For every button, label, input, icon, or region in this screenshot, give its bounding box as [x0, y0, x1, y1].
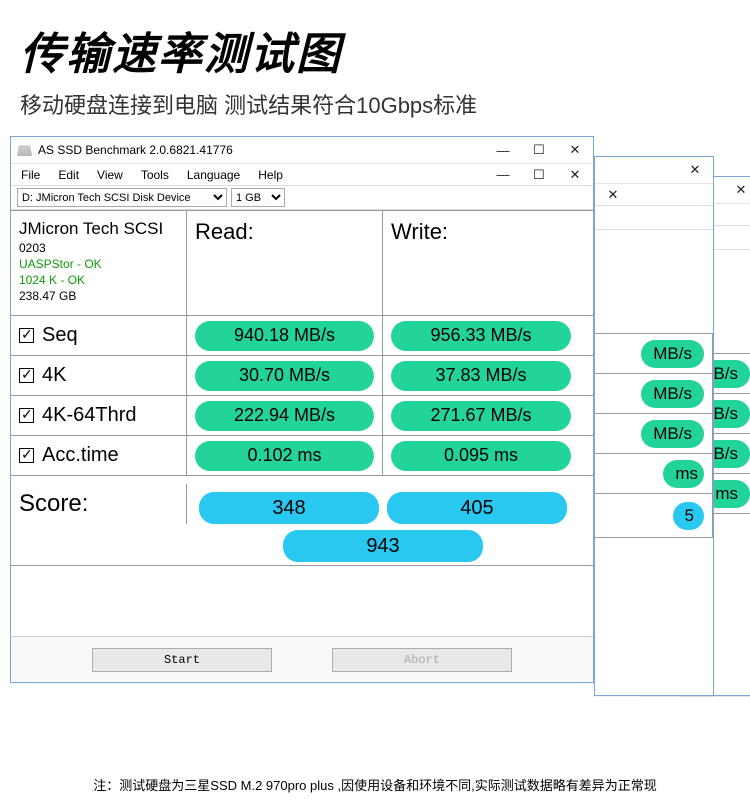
abort-button[interactable]: Abort	[332, 648, 512, 672]
4k64-checkbox[interactable]	[19, 408, 34, 423]
toolbar: D: JMicron Tech SCSI Disk Device 1 GB	[11, 186, 593, 210]
bg-mbs: MB/s	[727, 420, 750, 448]
device-name: JMicron Tech SCSI	[19, 219, 163, 239]
bg-ms: ms	[743, 500, 750, 528]
bg-mbs: MB/s	[727, 460, 750, 488]
4k-label: 4K	[42, 364, 66, 387]
4k64-label: 4K-64Thrd	[42, 404, 137, 427]
read-header: Read:	[187, 211, 383, 315]
menu-view[interactable]: View	[97, 168, 123, 182]
menu-bar: File Edit View Tools Language Help — ☐ ✕	[11, 164, 593, 186]
bg-mbs: MB/s	[687, 400, 750, 428]
size-select[interactable]: 1 GB	[231, 188, 285, 207]
menu-edit[interactable]: Edit	[58, 168, 79, 182]
4k64-read: 222.94 MB/s	[195, 401, 374, 431]
page-title: 传输速率测试图	[20, 18, 730, 82]
acc-read: 0.102 ms	[195, 441, 374, 471]
bg-mbs: MB/s	[641, 380, 704, 408]
bg-ms: ms	[663, 460, 704, 488]
bg-mbs: MB/s	[687, 360, 750, 388]
minimize-button[interactable]: —	[485, 137, 521, 163]
align-status: 1024 K - OK	[19, 273, 85, 287]
4k64-write: 271.67 MB/s	[391, 401, 571, 431]
menu-help[interactable]: Help	[258, 168, 283, 182]
uasp-status: UASPStor - OK	[19, 257, 102, 271]
titlebar: AS SSD Benchmark 2.0.6821.41776 — ☐ ✕	[11, 137, 593, 164]
4k-read: 30.70 MB/s	[195, 361, 374, 391]
page-subtitle: 移动硬盘连接到电脑 测试结果符合10Gbps标准	[20, 88, 730, 120]
app-icon	[17, 144, 32, 156]
menu-language[interactable]: Language	[187, 168, 240, 182]
seq-read: 940.18 MB/s	[195, 321, 374, 351]
maximize-button[interactable]: ☐	[521, 137, 557, 163]
acc-checkbox[interactable]	[19, 448, 34, 463]
close-icon[interactable]: ✕	[723, 177, 750, 203]
start-button[interactable]: Start	[92, 648, 272, 672]
bg-mbs: MB/s	[687, 440, 750, 468]
acc-write: 0.095 ms	[391, 441, 571, 471]
write-header: Write:	[383, 211, 579, 315]
menu-tools[interactable]: Tools	[141, 168, 169, 182]
inner-close-button[interactable]: ✕	[557, 163, 593, 186]
bg-score: 5	[673, 502, 704, 530]
device-code: 0203	[19, 241, 46, 255]
menu-file[interactable]: File	[21, 168, 40, 182]
window-title: AS SSD Benchmark 2.0.6821.41776	[38, 143, 233, 157]
device-info: JMicron Tech SCSI 0203 UASPStor - OK 102…	[11, 211, 187, 315]
score-write: 405	[387, 492, 567, 524]
seq-label: Seq	[42, 324, 78, 347]
bg-ms: ms	[703, 480, 750, 508]
bg-mbs: MB/s	[641, 420, 704, 448]
acc-label: Acc.time	[42, 444, 119, 467]
seq-checkbox[interactable]	[19, 328, 34, 343]
score-label: Score:	[11, 484, 187, 524]
close-icon[interactable]: ✕	[677, 157, 713, 183]
inner-maximize-button[interactable]: ☐	[521, 163, 557, 186]
bg-mbs: MB/s	[727, 380, 750, 408]
4k-checkbox[interactable]	[19, 368, 34, 383]
device-select[interactable]: D: JMicron Tech SCSI Disk Device	[17, 188, 227, 207]
footer-note: 注：测试硬盘为三星SSD M.2 970pro plus ,因使用设备和环境不同…	[0, 775, 750, 794]
4k-write: 37.83 MB/s	[391, 361, 571, 391]
inner-minimize-button[interactable]: —	[485, 163, 521, 186]
capacity: 238.47 GB	[19, 289, 76, 303]
score-total: 943	[283, 530, 483, 562]
close-button[interactable]: ✕	[557, 137, 593, 163]
close-icon[interactable]: ✕	[595, 184, 631, 205]
main-window: AS SSD Benchmark 2.0.6821.41776 — ☐ ✕ Fi…	[10, 136, 594, 683]
bg-mbs: MB/s	[641, 340, 704, 368]
seq-write: 956.33 MB/s	[391, 321, 571, 351]
score-read: 348	[199, 492, 379, 524]
